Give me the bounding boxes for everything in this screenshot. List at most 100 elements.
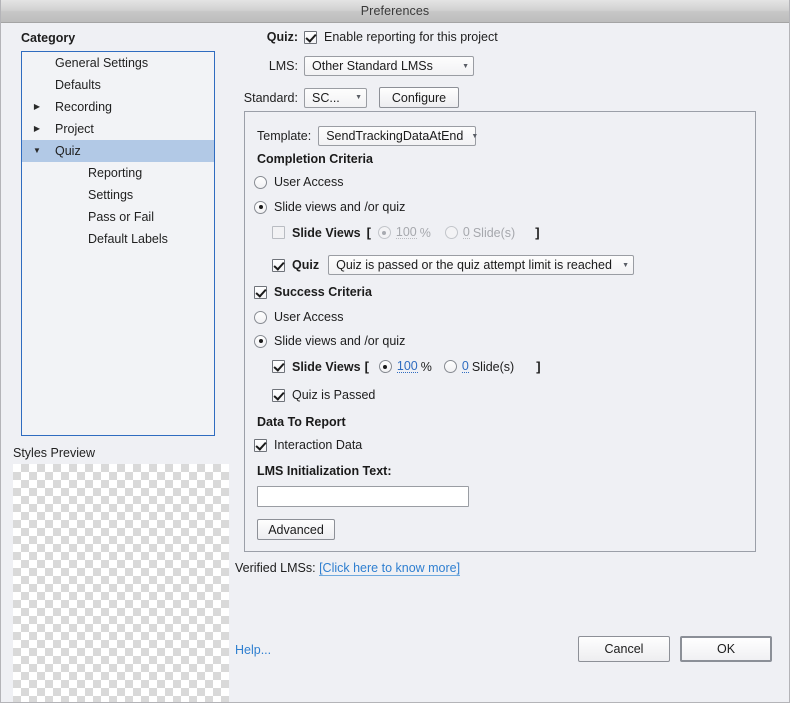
settings-pane: Quiz: Enable reporting for this project … [229,23,789,702]
lms-select[interactable]: Other Standard LMSs ▼ [304,56,474,76]
completion-quiz-row: Quiz Quiz is passed or the quiz attempt … [272,255,635,275]
chevron-right-icon[interactable]: ▶ [28,103,46,111]
lms-init-text-input[interactable] [257,486,469,507]
completion-criteria-heading: Completion Criteria [257,152,373,166]
bracket-close: ] [536,359,541,374]
completion-quiz-label: Quiz [292,258,320,272]
success-slide-views-or-quiz-row[interactable]: Slide views and /or quiz [254,334,405,348]
chevron-down-icon: ▼ [355,94,362,101]
enable-reporting-row: Quiz: Enable reporting for this project [235,30,498,44]
bracket-open: [ [366,225,371,240]
sidebar-item-label: Defaults [55,78,101,92]
completion-slide-views-row: Slide Views [ 100 % 0 Slide(s) ] [272,225,540,240]
success-quiz-passed-row: Quiz is Passed [272,388,375,402]
standard-select[interactable]: SC... ▼ [304,87,367,108]
template-row: Template: SendTrackingDataAtEnd ▼ [257,126,479,146]
lms-row: LMS: Other Standard LMSs ▼ [235,56,705,76]
sidebar-item-pass-or-fail[interactable]: Pass or Fail [22,206,214,228]
template-select[interactable]: SendTrackingDataAtEnd ▼ [318,126,479,146]
enable-reporting-checkbox[interactable] [304,30,317,44]
success-slide-views-or-quiz-radio[interactable] [254,334,267,348]
completion-slides-unit: Slide(s) [472,225,516,240]
success-quiz-passed-label: Quiz is Passed [292,388,376,402]
preferences-window: Preferences Category General Settings De… [0,0,790,703]
success-slides-value[interactable]: 0 [461,360,469,373]
interaction-data-row: Interaction Data [254,438,362,452]
completion-quiz-checkbox[interactable] [272,258,285,272]
ok-button[interactable]: OK [680,636,772,662]
completion-percent-value[interactable]: 100 [395,226,417,239]
standard-row: Standard: SC... ▼ Configure [235,87,705,108]
sidebar-item-settings[interactable]: Settings [22,184,214,206]
completion-quiz-condition-value: Quiz is passed or the quiz attempt limit… [336,258,612,272]
success-slides-radio[interactable] [443,360,457,373]
completion-slides-radio[interactable] [444,226,458,239]
completion-slide-views-or-quiz-row[interactable]: Slide views and /or quiz [254,200,405,214]
sidebar-item-general-settings[interactable]: General Settings [22,52,214,74]
chevron-down-icon: ▼ [471,132,479,140]
success-criteria-heading: Success Criteria [274,285,372,299]
sidebar-item-label: Recording [55,100,112,114]
verified-lms-label: Verified LMSs: [235,561,316,575]
success-user-access-radio[interactable] [254,310,267,324]
completion-quiz-condition-select[interactable]: Quiz is passed or the quiz attempt limit… [328,255,635,275]
lms-init-text-label: LMS Initialization Text: [257,464,392,478]
styles-preview-label: Styles Preview [13,446,95,460]
sidebar-item-default-labels[interactable]: Default Labels [22,228,214,250]
advanced-button[interactable]: Advanced [257,519,335,540]
sidebar-item-recording[interactable]: ▶ Recording [22,96,214,118]
completion-user-access-radio[interactable] [254,175,267,189]
chevron-down-icon[interactable]: ▼ [28,147,46,155]
bracket-close: ] [535,225,540,240]
sidebar-item-label: Reporting [88,166,143,180]
window-titlebar: Preferences [1,0,789,23]
sidebar-item-label: General Settings [55,56,149,70]
enable-reporting-label: Enable reporting for this project [324,30,498,44]
completion-slide-views-or-quiz-radio[interactable] [254,200,267,214]
interaction-data-checkbox[interactable] [254,438,267,452]
success-quiz-passed-checkbox[interactable] [272,388,285,402]
chevron-down-icon: ▼ [462,62,469,70]
completion-slide-views-checkbox[interactable] [272,226,285,239]
success-criteria-checkbox[interactable] [254,285,267,299]
standard-label: Standard: [243,90,298,105]
cancel-button[interactable]: Cancel [578,636,670,662]
chevron-right-icon[interactable]: ▶ [28,125,46,133]
success-slide-views-or-quiz-label: Slide views and /or quiz [274,334,406,348]
sidebar-item-project[interactable]: ▶ Project [22,118,214,140]
verified-lms-link[interactable]: [Click here to know more] [319,561,461,576]
category-header: Category [21,31,76,45]
completion-slide-views-label: Slide Views [292,225,361,240]
success-percent-radio[interactable] [378,360,392,373]
category-tree[interactable]: General Settings Defaults ▶ Recording ▶ … [21,51,215,436]
sidebar-item-quiz[interactable]: ▼ Quiz [22,140,214,162]
completion-percent-radio[interactable] [377,226,391,239]
styles-preview-canvas [13,464,229,702]
completion-slide-views-or-quiz-label: Slide views and /or quiz [274,200,406,214]
dialog-buttons: Cancel OK [578,636,772,662]
lms-select-value: Other Standard LMSs [312,59,433,73]
success-user-access-row[interactable]: User Access [254,310,343,324]
success-slide-views-label: Slide Views [292,359,361,374]
category-panel: Category General Settings Defaults ▶ Rec… [1,23,229,702]
completion-user-access-label: User Access [274,175,344,189]
quiz-label: Quiz: [266,30,298,44]
sidebar-item-defaults[interactable]: Defaults [22,74,214,96]
template-label: Template: [257,129,312,143]
template-select-value: SendTrackingDataAtEnd [326,129,464,143]
sidebar-item-reporting[interactable]: Reporting [22,162,214,184]
sidebar-item-label: Project [55,122,94,136]
success-slides-unit: Slide(s) [471,359,515,374]
success-criteria-row: Success Criteria [254,285,372,299]
success-slide-views-checkbox[interactable] [272,360,285,373]
success-percent-value[interactable]: 100 [396,360,418,373]
completion-slides-value[interactable]: 0 [462,226,470,239]
sidebar-item-label: Default Labels [88,232,168,246]
completion-percent-unit: % [419,225,431,240]
standard-select-value: SC... [312,90,340,105]
configure-button[interactable]: Configure [379,87,459,108]
help-link[interactable]: Help... [235,643,271,657]
chevron-down-icon: ▼ [622,261,630,269]
completion-user-access-row[interactable]: User Access [254,175,343,189]
interaction-data-label: Interaction Data [274,438,363,452]
